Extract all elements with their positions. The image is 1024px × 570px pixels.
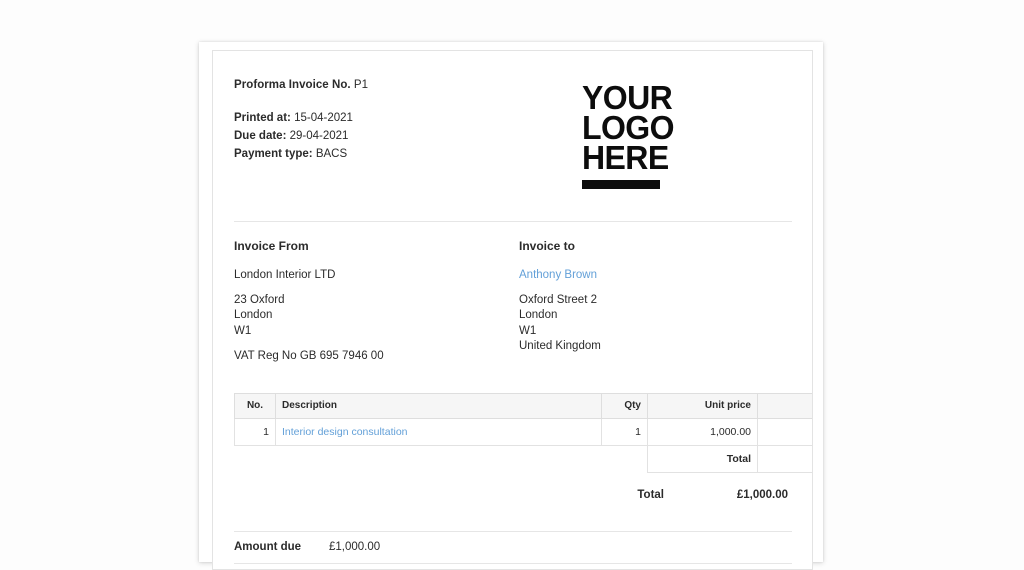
grand-total-label: Total — [637, 489, 664, 501]
invoice-header: Proforma Invoice No. P1 Printed at: 15-0… — [234, 73, 792, 189]
cell-unit-price: 1,000.00 — [648, 418, 758, 445]
column-header-no: No. — [235, 393, 276, 418]
invoice-page: Proforma Invoice No. P1 Printed at: 15-0… — [212, 50, 813, 570]
table-subtotal-row: Total 1,000.00 — [235, 445, 814, 472]
invoice-to-block: Invoice to Anthony Brown Oxford Street 2… — [519, 239, 601, 364]
column-header-qty: Qty — [602, 393, 648, 418]
due-date-line: Due date: 29-04-2021 — [234, 127, 368, 145]
logo-underline-bar — [582, 180, 660, 189]
subtotal-value: 1,000.00 — [758, 445, 814, 472]
invoice-page-content: Proforma Invoice No. P1 Printed at: 15-0… — [213, 51, 812, 564]
invoice-meta-block: Proforma Invoice No. P1 Printed at: 15-0… — [234, 73, 368, 163]
payment-type-line: Payment type: BACS — [234, 145, 368, 163]
line-items-table-body: 1 Interior design consultation 1 1,000.0… — [235, 418, 814, 472]
logo-line-3: HERE — [582, 143, 674, 173]
divider-below-header — [234, 221, 792, 222]
column-header-unit-price: Unit price — [648, 393, 758, 418]
invoice-card: Proforma Invoice No. P1 Printed at: 15-0… — [199, 42, 823, 562]
invoice-from-name: London Interior LTD — [234, 268, 519, 283]
subtotal-spacer — [602, 445, 648, 472]
line-item-description-link[interactable]: Interior design consultation — [282, 426, 408, 438]
screenshot-viewport: Proforma Invoice No. P1 Printed at: 15-0… — [0, 0, 1024, 536]
invoice-to-address-line: Oxford Street 2 — [519, 293, 601, 308]
cell-description: Interior design consultation — [276, 418, 602, 445]
invoice-from-address-line: W1 — [234, 324, 519, 339]
invoice-from-heading: Invoice From — [234, 239, 519, 253]
column-header-description: Description — [276, 393, 602, 418]
parties-section: Invoice From London Interior LTD 23 Oxfo… — [234, 239, 792, 364]
cell-line-total: 1,000.00 — [758, 418, 814, 445]
table-row: 1 Interior design consultation 1 1,000.0… — [235, 418, 814, 445]
divider-below-amount-due — [234, 563, 792, 564]
invoice-to-address-line: W1 — [519, 324, 601, 339]
invoice-to-address-line: London — [519, 308, 601, 323]
invoice-from-address-line: 23 Oxford — [234, 293, 519, 308]
invoice-number-value: P1 — [354, 79, 368, 91]
amount-due-label: Amount due — [234, 541, 329, 553]
invoice-number-line: Proforma Invoice No. P1 — [234, 79, 368, 91]
printed-at-label: Printed at: — [234, 112, 291, 124]
due-date-label: Due date: — [234, 130, 286, 142]
payment-type-label: Payment type: — [234, 148, 313, 160]
subtotal-spacer — [235, 445, 276, 472]
amount-due-value: £1,000.00 — [329, 541, 380, 553]
payment-type-value: BACS — [316, 148, 347, 160]
table-header-row: No. Description Qty Unit price Total — [235, 393, 814, 418]
due-date-value: 29-04-2021 — [290, 130, 349, 142]
cell-row-number: 1 — [235, 418, 276, 445]
invoice-from-vat: VAT Reg No GB 695 7946 00 — [234, 349, 519, 364]
cell-qty: 1 — [602, 418, 648, 445]
invoice-to-name-link[interactable]: Anthony Brown — [519, 268, 601, 283]
column-header-total: Total — [758, 393, 814, 418]
printed-at-value: 15-04-2021 — [294, 112, 353, 124]
invoice-from-address-line: London — [234, 308, 519, 323]
grand-total-value: £1,000.00 — [710, 489, 788, 501]
subtotal-spacer — [276, 445, 602, 472]
line-items-table-head: No. Description Qty Unit price Total — [235, 393, 814, 418]
amount-due-row: Amount due £1,000.00 — [234, 532, 792, 563]
line-items-table: No. Description Qty Unit price Total 1 I… — [234, 393, 813, 473]
invoice-from-block: Invoice From London Interior LTD 23 Oxfo… — [234, 239, 519, 364]
invoice-to-heading: Invoice to — [519, 239, 601, 253]
company-logo: YOUR LOGO HERE — [582, 83, 677, 189]
invoice-to-address-line: United Kingdom — [519, 339, 601, 354]
line-items-section: No. Description Qty Unit price Total 1 I… — [234, 393, 792, 473]
grand-total-row: Total £1,000.00 — [234, 489, 792, 501]
invoice-number-label: Proforma Invoice No. — [234, 79, 351, 91]
printed-at-line: Printed at: 15-04-2021 — [234, 109, 368, 127]
subtotal-label: Total — [648, 445, 758, 472]
